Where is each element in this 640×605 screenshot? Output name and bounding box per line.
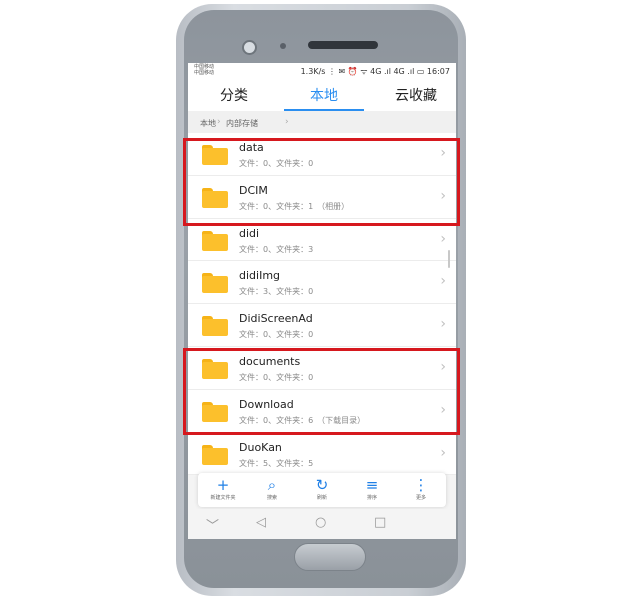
sort-icon: ≡ bbox=[365, 476, 379, 494]
list-item[interactable]: didiImg 文件：3、文件夹：0 › bbox=[188, 261, 456, 305]
bottom-toolbar: + 新建文件夹 ⌕ 搜索 ↻ 刷新 ≡ 排序 ⋮ 更多 bbox=[198, 473, 446, 507]
folder-name: didiImg bbox=[239, 269, 281, 283]
search-icon: ⌕ bbox=[267, 476, 277, 494]
list-item[interactable]: DidiScreenAd 文件：0、文件夹：0 › bbox=[188, 304, 456, 347]
chevron-right-icon: › bbox=[440, 316, 446, 333]
home-button[interactable] bbox=[294, 543, 366, 571]
breadcrumb-local[interactable]: 本地 bbox=[200, 118, 216, 129]
recent-apps-icon[interactable]: □ bbox=[374, 515, 386, 530]
status-bar: 中国移动 中国移动 1.3K/s ⋮ ✉ ⏰ ᯤ 4G .ıl 4G .ıl ▭… bbox=[188, 63, 456, 79]
phone-screen: 中国移动 中国移动 1.3K/s ⋮ ✉ ⏰ ᯤ 4G .ıl 4G .ıl ▭… bbox=[188, 63, 456, 539]
back-icon[interactable]: ◁ bbox=[256, 515, 266, 530]
folder-icon bbox=[202, 230, 228, 251]
search-button[interactable]: ⌕ 搜索 bbox=[247, 476, 297, 501]
folder-icon bbox=[202, 444, 228, 465]
breadcrumb-separator-icon: › bbox=[285, 117, 289, 127]
highlight-box-data-dcim bbox=[183, 138, 460, 226]
search-label: 搜索 bbox=[266, 495, 277, 501]
tab-local[interactable]: 本地 bbox=[284, 85, 364, 105]
folder-meta: 文件：0、文件夹：3 bbox=[239, 244, 314, 254]
breadcrumb: 本地 › 内部存储 › bbox=[188, 111, 456, 133]
more-icon: ⋮ bbox=[413, 476, 429, 494]
tab-category[interactable]: 分类 bbox=[194, 85, 274, 105]
front-camera-icon bbox=[242, 40, 257, 55]
carrier-2: 中国移动 bbox=[194, 70, 215, 76]
folder-icon bbox=[202, 273, 228, 294]
folder-name: DidiScreenAd bbox=[239, 312, 313, 326]
more-label: 更多 bbox=[415, 495, 426, 501]
sort-label: 排序 bbox=[366, 495, 377, 501]
carrier-label: 中国移动 中国移动 bbox=[194, 64, 214, 76]
refresh-button[interactable]: ↻ 刷新 bbox=[297, 476, 347, 501]
chevron-right-icon: › bbox=[440, 444, 446, 461]
folder-meta: 文件：5、文件夹：5 bbox=[239, 458, 314, 468]
tab-bar: 分类 本地 云收藏 bbox=[188, 79, 456, 111]
highlight-box-documents-download bbox=[183, 348, 460, 435]
chevron-right-icon: › bbox=[440, 273, 446, 290]
new-folder-button[interactable]: + 新建文件夹 bbox=[198, 476, 248, 501]
chevron-down-icon[interactable]: ﹀ bbox=[206, 515, 219, 534]
refresh-icon: ↻ bbox=[315, 476, 329, 494]
refresh-label: 刷新 bbox=[316, 495, 327, 501]
folder-icon bbox=[202, 316, 228, 337]
more-button[interactable]: ⋮ 更多 bbox=[396, 476, 446, 501]
tab-cloud-favorites[interactable]: 云收藏 bbox=[376, 85, 456, 105]
folder-name: didi bbox=[239, 226, 260, 240]
new-folder-label: 新建文件夹 bbox=[210, 495, 236, 501]
chevron-right-icon: › bbox=[440, 230, 446, 247]
breadcrumb-separator-icon: › bbox=[217, 117, 221, 127]
home-icon[interactable]: ○ bbox=[315, 515, 326, 530]
folder-name: DuoKan bbox=[239, 440, 282, 454]
earpiece bbox=[308, 41, 378, 49]
list-item[interactable]: DuoKan 文件：5、文件夹：5 › bbox=[188, 433, 456, 476]
sensor-icon bbox=[280, 43, 286, 49]
scrollbar[interactable] bbox=[448, 250, 450, 268]
folder-meta: 文件：3、文件夹：0 bbox=[239, 287, 314, 297]
status-icons: 1.3K/s ⋮ ✉ ⏰ ᯤ 4G .ıl 4G .ıl ▭ 16:07 bbox=[300, 67, 450, 76]
plus-icon: + bbox=[216, 476, 230, 494]
folder-meta: 文件：0、文件夹：0 bbox=[239, 330, 314, 340]
system-navbar: ﹀ ◁ ○ □ bbox=[188, 509, 456, 539]
breadcrumb-internal-storage[interactable]: 内部存储 bbox=[226, 118, 258, 129]
sort-button[interactable]: ≡ 排序 bbox=[347, 476, 397, 501]
